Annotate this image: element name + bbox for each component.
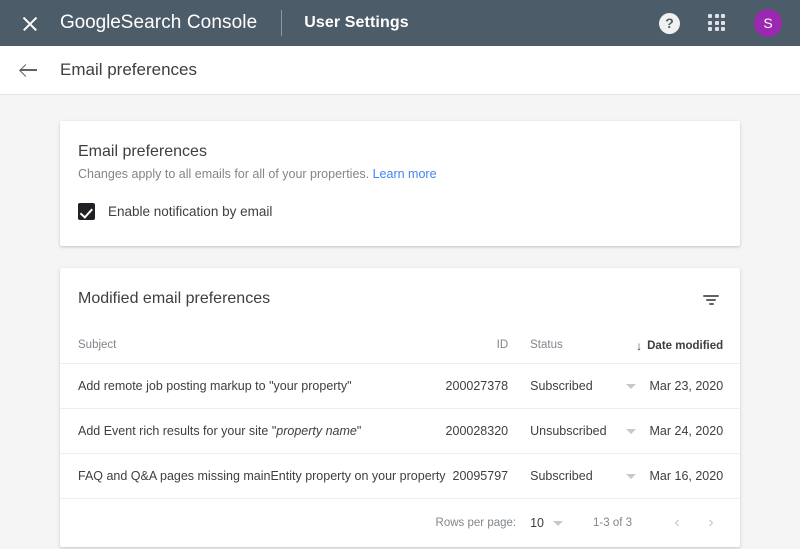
status-dropdown[interactable]: Subscribed	[530, 379, 636, 393]
subject-text: FAQ and Q&A pages missing mainEntity pro…	[78, 469, 446, 483]
status-value: Unsubscribed	[530, 424, 606, 438]
cell-subject: Add Event rich results for your site "pr…	[60, 409, 446, 454]
table-row[interactable]: FAQ and Q&A pages missing mainEntity pro…	[60, 454, 741, 499]
rows-per-page-chevron-down-icon[interactable]	[553, 521, 563, 526]
close-icon[interactable]	[20, 13, 40, 33]
sort-descending-icon: ↓	[636, 339, 642, 353]
status-value: Subscribed	[530, 379, 593, 393]
email-preferences-description: Changes apply to all emails for all of y…	[78, 167, 716, 181]
email-preferences-heading: Email preferences	[78, 143, 716, 161]
table-body: Add remote job posting markup to "your p…	[60, 364, 741, 499]
description-text: Changes apply to all emails for all of y…	[78, 167, 369, 181]
cell-id: 200027378	[446, 364, 509, 409]
top-app-bar: GoogleSearch Console User Settings ? S	[0, 0, 800, 46]
chevron-down-icon[interactable]	[626, 384, 636, 389]
enable-notification-checkbox-row[interactable]: Enable notification by email	[78, 203, 716, 220]
table-head: Subject ID Status ↓ Date modified	[60, 314, 741, 364]
enable-notification-label: Enable notification by email	[108, 204, 272, 219]
subject-text: Add Event rich results for your site "	[78, 424, 276, 438]
rows-per-page-label: Rows per page:	[436, 517, 517, 529]
back-arrow-icon[interactable]	[19, 60, 39, 80]
chevron-down-icon[interactable]	[626, 429, 636, 434]
cell-status[interactable]: Subscribed	[508, 364, 636, 409]
column-header-subject[interactable]: Subject	[60, 314, 446, 364]
chevron-down-icon[interactable]	[626, 474, 636, 479]
table-header-bar: Modified email preferences	[60, 268, 740, 314]
modified-preferences-heading: Modified email preferences	[78, 290, 270, 308]
filter-icon[interactable]	[702, 290, 720, 308]
column-header-status[interactable]: Status	[508, 314, 636, 364]
apps-grid-icon[interactable]	[708, 14, 726, 32]
app-bar-actions: ? S	[659, 9, 782, 37]
modified-preferences-table: Subject ID Status ↓ Date modified Add rem…	[60, 314, 741, 499]
cell-date-modified: Mar 23, 2020	[636, 364, 741, 409]
column-header-date-modified[interactable]: ↓ Date modified	[636, 314, 741, 364]
status-value: Subscribed	[530, 469, 593, 483]
rows-per-page-value[interactable]: 10	[530, 516, 544, 530]
cell-id: 200028320	[446, 409, 509, 454]
status-dropdown[interactable]: Subscribed	[530, 469, 636, 483]
section-title: User Settings	[304, 14, 408, 32]
cell-subject: Add remote job posting markup to "your p…	[60, 364, 446, 409]
content-area: Email preferences Changes apply to all e…	[0, 95, 800, 549]
pagination-range: 1-3 of 3	[593, 517, 632, 529]
status-dropdown[interactable]: Unsubscribed	[530, 424, 636, 438]
brand-product-text: Search Console	[121, 12, 258, 33]
subject-text: Add remote job posting markup to "your p…	[78, 379, 352, 393]
sub-header: Email preferences	[0, 46, 800, 95]
pagination-bar: Rows per page: 10 1-3 of 3 ‹ ›	[60, 499, 740, 547]
enable-notification-checkbox[interactable]	[78, 203, 95, 220]
cell-date-modified: Mar 24, 2020	[636, 409, 741, 454]
brand-google-text: Google	[60, 12, 121, 33]
product-logo[interactable]: GoogleSearch Console	[60, 12, 257, 34]
column-header-date-label: Date modified	[647, 340, 723, 352]
avatar[interactable]: S	[754, 9, 782, 37]
modified-preferences-card: Modified email preferences Subject ID St…	[60, 268, 740, 547]
header-divider	[281, 10, 282, 36]
cell-status[interactable]: Subscribed	[508, 454, 636, 499]
cell-status[interactable]: Unsubscribed	[508, 409, 636, 454]
column-header-id[interactable]: ID	[446, 314, 509, 364]
learn-more-link[interactable]: Learn more	[373, 167, 437, 181]
help-icon[interactable]: ?	[659, 13, 680, 34]
cell-id: 20095797	[446, 454, 509, 499]
cell-date-modified: Mar 16, 2020	[636, 454, 741, 499]
previous-page-button[interactable]: ‹	[666, 515, 688, 531]
email-preferences-card: Email preferences Changes apply to all e…	[60, 121, 740, 246]
table-row[interactable]: Add remote job posting markup to "your p…	[60, 364, 741, 409]
page-title: Email preferences	[60, 60, 197, 80]
table-header-row: Subject ID Status ↓ Date modified	[60, 314, 741, 364]
cell-subject: FAQ and Q&A pages missing mainEntity pro…	[60, 454, 446, 499]
table-row[interactable]: Add Event rich results for your site "pr…	[60, 409, 741, 454]
next-page-button[interactable]: ›	[700, 515, 722, 531]
subject-italic-text: property name	[276, 424, 357, 438]
subject-suffix: "	[357, 424, 361, 438]
